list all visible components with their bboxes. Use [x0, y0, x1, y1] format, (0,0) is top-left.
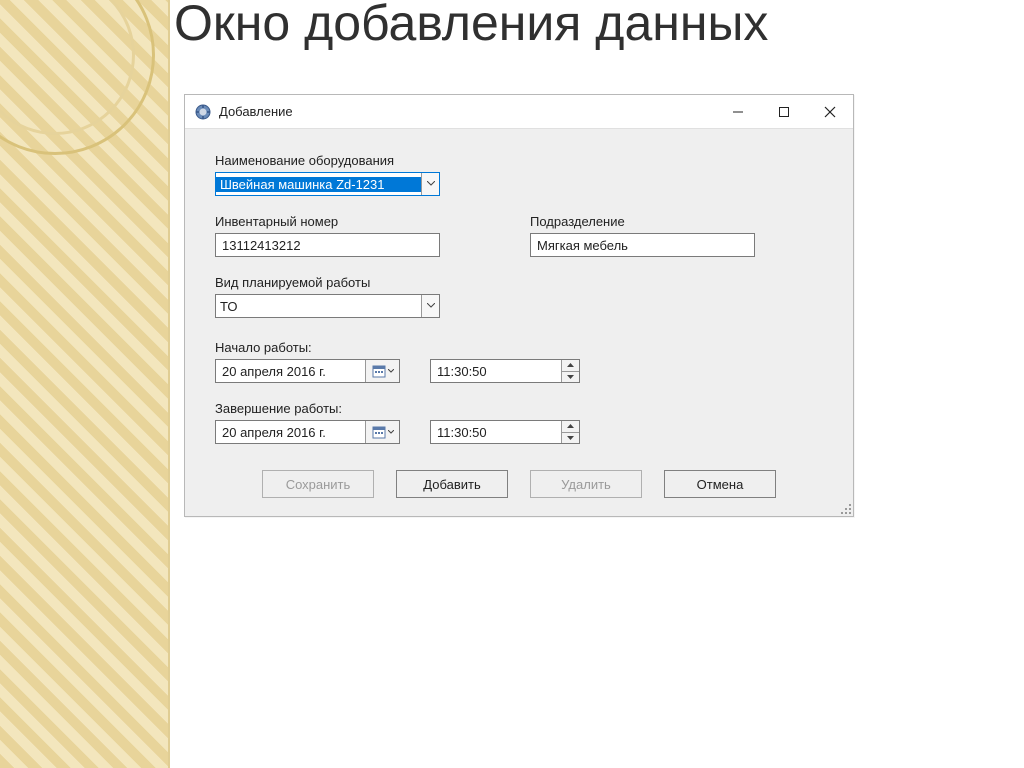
work-type-combo[interactable]: ТО — [215, 294, 440, 318]
chevron-down-icon[interactable] — [421, 295, 439, 317]
spin-down-icon[interactable] — [562, 371, 579, 383]
equipment-value: Швейная машинка Zd-1231 — [216, 177, 421, 192]
slide-background-pattern — [0, 0, 170, 768]
delete-button[interactable]: Удалить — [530, 470, 642, 498]
end-time-value: 11:30:50 — [431, 425, 561, 440]
chevron-down-icon[interactable] — [421, 173, 439, 195]
close-button[interactable] — [807, 95, 853, 129]
department-input[interactable]: Мягкая мебель — [530, 233, 755, 257]
minimize-button[interactable] — [715, 95, 761, 129]
save-button[interactable]: Сохранить — [262, 470, 374, 498]
calendar-icon[interactable] — [365, 421, 399, 443]
department-value: Мягкая мебель — [537, 238, 628, 253]
titlebar[interactable]: Добавление — [185, 95, 853, 129]
start-time-picker[interactable]: 11:30:50 — [430, 359, 580, 383]
start-date-picker[interactable]: 20 апреля 2016 г. — [215, 359, 400, 383]
start-date-value: 20 апреля 2016 г. — [216, 364, 365, 379]
work-type-value: ТО — [216, 299, 421, 314]
inventory-input[interactable]: 13112413212 — [215, 233, 440, 257]
spin-up-icon[interactable] — [562, 421, 579, 432]
start-label: Начало работы: — [215, 340, 823, 355]
add-button[interactable]: Добавить — [396, 470, 508, 498]
work-type-label: Вид планируемой работы — [215, 275, 823, 290]
resize-grip-icon[interactable] — [837, 500, 851, 514]
spin-down-icon[interactable] — [562, 432, 579, 444]
window-title: Добавление — [219, 104, 293, 119]
dialog-body: Наименование оборудования Швейная машинк… — [185, 129, 853, 516]
end-time-picker[interactable]: 11:30:50 — [430, 420, 580, 444]
department-label: Подразделение — [530, 214, 755, 229]
calendar-icon[interactable] — [365, 360, 399, 382]
app-icon — [195, 104, 211, 120]
inventory-value: 13112413212 — [222, 238, 301, 253]
start-time-value: 11:30:50 — [431, 364, 561, 379]
end-label: Завершение работы: — [215, 401, 823, 416]
end-date-picker[interactable]: 20 апреля 2016 г. — [215, 420, 400, 444]
time-spinner — [561, 421, 579, 443]
slide-title: Окно добавления данных — [174, 0, 768, 51]
end-date-value: 20 апреля 2016 г. — [216, 425, 365, 440]
equipment-combo[interactable]: Швейная машинка Zd-1231 — [215, 172, 440, 196]
spin-up-icon[interactable] — [562, 360, 579, 371]
maximize-button[interactable] — [761, 95, 807, 129]
inventory-label: Инвентарный номер — [215, 214, 440, 229]
dialog-window: Добавление Наименование оборудования Шве… — [184, 94, 854, 517]
time-spinner — [561, 360, 579, 382]
button-row: Сохранить Добавить Удалить Отмена — [215, 470, 823, 498]
equipment-label: Наименование оборудования — [215, 153, 823, 168]
cancel-button[interactable]: Отмена — [664, 470, 776, 498]
